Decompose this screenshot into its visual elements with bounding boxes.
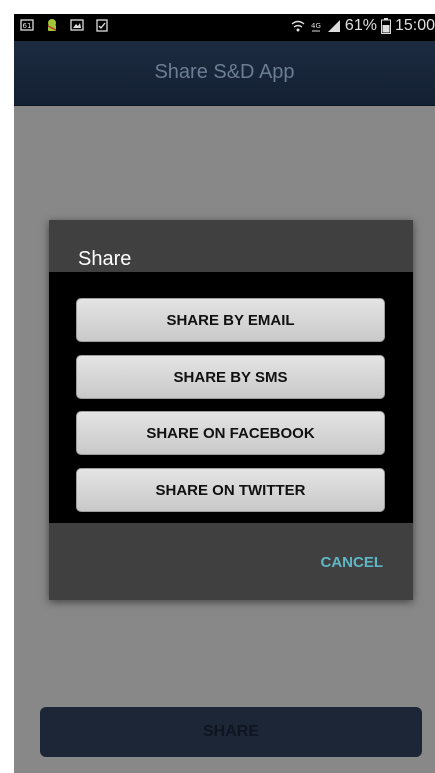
notification-61-icon: 61 [20,19,34,31]
battery-percent: 61% [344,17,377,34]
share-dialog: Share SHARE BY EMAIL SHARE BY SMS SHARE … [49,220,413,600]
dialog-title: Share [78,248,132,270]
signal-icon [327,20,340,32]
cancel-button[interactable]: CANCEL [321,554,384,571]
phone-screen: 61 4G 61% 15:00 Share S&D App SHARE Shar… [14,14,435,773]
battery-icon [380,18,391,34]
share-by-email-button[interactable]: SHARE BY EMAIL [76,298,385,342]
clipboard-check-icon [96,19,108,32]
dialog-options: SHARE BY EMAIL SHARE BY SMS SHARE ON FAC… [49,272,413,523]
lte-4g-icon: 4G [311,22,321,32]
android-debug-icon [47,19,57,31]
share-on-facebook-button[interactable]: SHARE ON FACEBOOK [76,411,385,455]
app-title: Share S&D App [154,61,295,83]
svg-text:4G: 4G [311,22,321,30]
wifi-icon [291,20,305,32]
status-bar: 61 4G 61% 15:00 [14,14,435,41]
share-on-twitter-button[interactable]: SHARE ON TWITTER [76,468,385,512]
status-time: 15:00 [394,17,435,34]
image-icon [70,19,84,31]
share-button[interactable]: SHARE [40,707,422,757]
app-bar: Share S&D App [14,41,435,106]
svg-text:61: 61 [23,22,32,30]
share-by-sms-button[interactable]: SHARE BY SMS [76,355,385,399]
